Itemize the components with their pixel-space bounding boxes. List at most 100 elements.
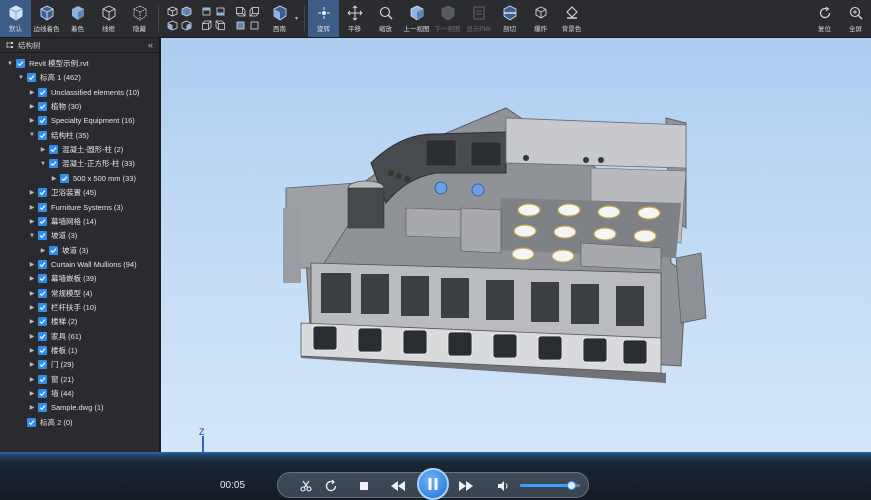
tree-checkbox[interactable] bbox=[38, 116, 47, 126]
fullscreen-button[interactable]: 全屏 bbox=[840, 0, 871, 37]
expand-right-icon[interactable]: ▶ bbox=[28, 347, 36, 354]
tree-checkbox[interactable] bbox=[27, 417, 36, 427]
tree-checkbox[interactable] bbox=[38, 274, 47, 284]
view-iso-se-icon[interactable] bbox=[234, 5, 246, 17]
view-direction-dropdown[interactable]: 西南 bbox=[264, 0, 295, 37]
tree-node[interactable]: ▶ 坡道 (3) bbox=[39, 244, 88, 257]
tree-node[interactable]: ▶ Curtain Wall Mullions (94) bbox=[28, 258, 137, 271]
prev-view-button[interactable]: 上一视图 bbox=[401, 0, 432, 37]
tree-checkbox[interactable] bbox=[38, 346, 47, 355]
tree-checkbox[interactable] bbox=[38, 331, 47, 341]
tree-checkbox[interactable] bbox=[38, 389, 47, 399]
tree-node[interactable]: ▶ 常规模型 (4) bbox=[28, 287, 92, 300]
building-model[interactable] bbox=[161, 38, 871, 452]
view-box-outline-icon[interactable] bbox=[248, 19, 260, 31]
expand-right-icon[interactable]: ▶ bbox=[28, 89, 36, 96]
volume-slider[interactable] bbox=[520, 481, 580, 490]
tree-checkbox[interactable] bbox=[38, 87, 47, 97]
view-iso-ne-icon[interactable] bbox=[200, 19, 212, 31]
tree-node[interactable]: ▶ 幕墙嵌板 (39) bbox=[28, 272, 96, 285]
tree-checkbox[interactable] bbox=[38, 216, 47, 226]
tree-node[interactable]: ▶ 500 x 500 mm (33) bbox=[50, 172, 136, 185]
view-front-icon[interactable] bbox=[166, 5, 178, 17]
expand-right-icon[interactable]: ▶ bbox=[28, 318, 36, 325]
tree-checkbox[interactable] bbox=[38, 202, 47, 212]
expand-down-icon[interactable]: ▼ bbox=[28, 132, 36, 138]
tree-checkbox[interactable] bbox=[38, 374, 47, 384]
tree-checkbox[interactable] bbox=[27, 73, 36, 83]
tree-checkbox[interactable] bbox=[38, 360, 47, 370]
view-bottom-icon[interactable] bbox=[214, 5, 226, 17]
show-pmi-button[interactable]: 显示PMI bbox=[463, 0, 494, 37]
reset-button[interactable]: 复位 bbox=[809, 0, 840, 37]
expand-right-icon[interactable]: ▶ bbox=[28, 333, 36, 340]
tree-node[interactable]: 标高 2 (0) bbox=[17, 416, 73, 429]
expand-right-icon[interactable]: ▶ bbox=[28, 117, 36, 124]
tree-node[interactable]: ▼ 坡道 (3) bbox=[28, 229, 77, 242]
expand-right-icon[interactable]: ▶ bbox=[28, 376, 36, 383]
tree-node[interactable]: ▶ Furniture Systems (3) bbox=[28, 201, 123, 214]
expand-right-icon[interactable]: ▶ bbox=[39, 247, 47, 254]
tree-node[interactable]: ▶ 植物 (30) bbox=[28, 100, 81, 113]
tree-checkbox[interactable] bbox=[38, 302, 47, 312]
tree-checkbox[interactable] bbox=[49, 159, 58, 169]
expand-down-icon[interactable]: ▼ bbox=[6, 61, 14, 67]
rotate-button[interactable]: 旋转 bbox=[308, 0, 339, 37]
view-iso-nw-icon[interactable] bbox=[214, 19, 226, 31]
next-view-button[interactable]: 下一视图 bbox=[432, 0, 463, 37]
shaded-button[interactable]: 着色 bbox=[62, 0, 93, 37]
tree-node[interactable]: ▼ 混凝土-正方形-柱 (33) bbox=[39, 157, 135, 170]
view-top-icon[interactable] bbox=[200, 5, 212, 17]
tree-checkbox[interactable] bbox=[38, 288, 47, 298]
expand-down-icon[interactable]: ▼ bbox=[17, 75, 25, 81]
tree-node[interactable]: ▼ Revit 模型示例.rvt bbox=[6, 57, 89, 70]
view-iso-sw-icon[interactable] bbox=[248, 5, 260, 17]
tree-checkbox[interactable] bbox=[16, 59, 25, 68]
expand-right-icon[interactable]: ▶ bbox=[28, 390, 36, 397]
view-back-icon[interactable] bbox=[180, 5, 192, 17]
zoom-button[interactable]: 缩放 bbox=[370, 0, 401, 37]
expand-right-icon[interactable]: ▶ bbox=[28, 189, 36, 196]
expand-down-icon[interactable]: ▼ bbox=[28, 233, 36, 239]
chevron-down-icon[interactable]: ▾ bbox=[295, 0, 301, 37]
fast-forward-button[interactable] bbox=[456, 476, 476, 496]
expand-down-icon[interactable]: ▼ bbox=[39, 161, 47, 167]
default-render-button[interactable]: 默认 bbox=[0, 0, 31, 37]
view-right-icon[interactable] bbox=[180, 19, 192, 31]
tree-node[interactable]: ▶ 楼梯 (2) bbox=[28, 315, 77, 328]
tree-node[interactable]: ▶ 栏杆扶手 (10) bbox=[28, 301, 96, 314]
collapse-panel-button[interactable]: « bbox=[148, 40, 153, 50]
tree-checkbox[interactable] bbox=[38, 188, 47, 198]
tree-node[interactable]: ▶ Unclassified elements (10) bbox=[28, 86, 139, 99]
expand-right-icon[interactable]: ▶ bbox=[28, 261, 36, 268]
rewind-button[interactable] bbox=[388, 476, 408, 496]
tree-node[interactable]: ▶ 门 (29) bbox=[28, 358, 74, 371]
expand-right-icon[interactable]: ▶ bbox=[28, 204, 36, 211]
expand-right-icon[interactable]: ▶ bbox=[28, 404, 36, 411]
pan-button[interactable]: 平移 bbox=[339, 0, 370, 37]
explode-button[interactable]: 爆炸 bbox=[525, 0, 556, 37]
tree-checkbox[interactable] bbox=[38, 231, 47, 241]
expand-right-icon[interactable]: ▶ bbox=[28, 290, 36, 297]
expand-right-icon[interactable]: ▶ bbox=[50, 175, 58, 182]
tree-checkbox[interactable] bbox=[49, 145, 58, 155]
tree-node[interactable]: ▶ 窗 (21) bbox=[28, 373, 74, 386]
3d-viewport[interactable]: Z X bbox=[161, 38, 871, 452]
tree-checkbox[interactable] bbox=[38, 317, 47, 327]
view-box-icon[interactable] bbox=[234, 19, 246, 31]
tree-checkbox[interactable] bbox=[60, 173, 69, 183]
expand-right-icon[interactable]: ▶ bbox=[28, 218, 36, 225]
expand-right-icon[interactable]: ▶ bbox=[28, 103, 36, 110]
tree-node[interactable]: ▶ 幕墙网格 (14) bbox=[28, 215, 96, 228]
expand-right-icon[interactable]: ▶ bbox=[28, 304, 36, 311]
tree-node[interactable]: ▶ 卫浴装置 (45) bbox=[28, 186, 96, 199]
tree-checkbox[interactable] bbox=[38, 259, 47, 269]
tree-node[interactable]: ▶ Sample.dwg (1) bbox=[28, 401, 104, 414]
expand-right-icon[interactable]: ▶ bbox=[28, 361, 36, 368]
replay-button[interactable] bbox=[321, 476, 341, 496]
expand-right-icon[interactable]: ▶ bbox=[28, 275, 36, 282]
expand-right-icon[interactable]: ▶ bbox=[39, 146, 47, 153]
section-button[interactable]: 剖切 bbox=[494, 0, 525, 37]
stop-button[interactable] bbox=[354, 476, 374, 496]
tree-node[interactable]: ▶ 家具 (61) bbox=[28, 330, 81, 343]
